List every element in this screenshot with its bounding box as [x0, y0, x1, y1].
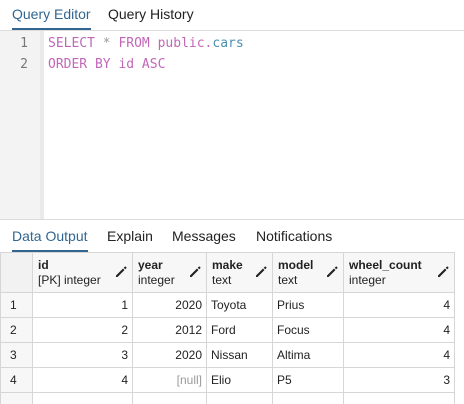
cell-model[interactable]: Prius — [272, 292, 344, 318]
column-header-id[interactable]: id [PK] integer — [32, 252, 133, 293]
sql-editor[interactable]: 1 2 SELECT * FROM public.cars ORDER BY i… — [0, 31, 464, 219]
table-row[interactable]: 4 4 [null] Elio P5 3 — [0, 367, 455, 393]
header-row: id [PK] integer year integer make text m… — [0, 252, 455, 293]
sql-schema: public. — [157, 36, 213, 51]
row-number-header[interactable] — [0, 252, 33, 293]
cell-make[interactable]: Ford — [206, 317, 273, 343]
pencil-icon[interactable] — [436, 265, 450, 279]
sql-operator: * — [102, 36, 111, 51]
tab-query-editor[interactable]: Query Editor — [12, 0, 91, 30]
empty-cell — [272, 392, 344, 404]
tab-notifications[interactable]: Notifications — [256, 220, 332, 252]
sql-order-clause: ORDER BY id ASC — [48, 57, 166, 72]
cell-make[interactable]: Elio — [206, 367, 273, 393]
cell-year-null[interactable]: [null] — [132, 367, 207, 393]
table-row[interactable]: 2 2 2012 Ford Focus 4 — [0, 317, 455, 343]
table-row[interactable]: 3 3 2020 Nissan Altima 4 — [0, 342, 455, 368]
column-header-year[interactable]: year integer — [132, 252, 207, 293]
row-number — [0, 392, 33, 404]
tab-query-history[interactable]: Query History — [108, 0, 194, 30]
pencil-icon[interactable] — [325, 265, 339, 279]
sql-table-name: cars — [212, 36, 244, 51]
cell-id[interactable]: 2 — [32, 317, 133, 343]
column-type: integer — [349, 273, 386, 287]
tab-messages[interactable]: Messages — [172, 220, 236, 252]
column-name: wheel_count — [349, 258, 422, 272]
cell-make[interactable]: Nissan — [206, 342, 273, 368]
pencil-icon[interactable] — [188, 265, 202, 279]
pencil-icon[interactable] — [114, 265, 128, 279]
cell-wheel-count[interactable]: 3 — [343, 367, 455, 393]
empty-cell — [206, 392, 273, 404]
code-line: SELECT * FROM public.cars — [48, 36, 244, 51]
sql-keyword: SELECT — [48, 36, 95, 51]
result-grid[interactable]: id [PK] integer year integer make text m… — [0, 252, 464, 404]
cell-id[interactable]: 3 — [32, 342, 133, 368]
empty-cell — [343, 392, 455, 404]
column-header-model[interactable]: model text — [272, 252, 344, 293]
cell-wheel-count[interactable]: 4 — [343, 342, 455, 368]
cell-year[interactable]: 2020 — [132, 292, 207, 318]
pencil-icon[interactable] — [254, 265, 268, 279]
row-number[interactable]: 4 — [0, 367, 33, 393]
cell-wheel-count[interactable]: 4 — [343, 317, 455, 343]
output-tab-bar: Data Output Explain Messages Notificatio… — [0, 220, 464, 252]
sql-keyword: FROM — [118, 36, 150, 51]
code-line: ORDER BY id ASC — [48, 57, 165, 72]
tab-explain[interactable]: Explain — [107, 220, 153, 252]
row-number[interactable]: 3 — [0, 342, 33, 368]
cell-year[interactable]: 2020 — [132, 342, 207, 368]
cell-model[interactable]: P5 — [272, 367, 344, 393]
table-row[interactable]: 1 1 2020 Toyota Prius 4 — [0, 292, 455, 318]
result-table: id [PK] integer year integer make text m… — [0, 252, 455, 404]
empty-cell — [32, 392, 133, 404]
line-number: 1 — [20, 36, 28, 51]
editor-tab-bar: Query Editor Query History — [0, 0, 464, 30]
cell-model[interactable]: Focus — [272, 317, 344, 343]
column-header-wheel-count[interactable]: wheel_count integer — [343, 252, 455, 293]
row-number[interactable]: 1 — [0, 292, 33, 318]
cell-year[interactable]: 2012 — [132, 317, 207, 343]
gutter-divider — [40, 31, 44, 219]
column-header-make[interactable]: make text — [206, 252, 273, 293]
empty-cell — [132, 392, 207, 404]
cell-wheel-count[interactable]: 4 — [343, 292, 455, 318]
cell-id[interactable]: 1 — [32, 292, 133, 318]
row-number[interactable]: 2 — [0, 317, 33, 343]
tab-data-output[interactable]: Data Output — [12, 220, 88, 252]
cell-model[interactable]: Altima — [272, 342, 344, 368]
line-number: 2 — [20, 57, 28, 72]
cell-id[interactable]: 4 — [32, 367, 133, 393]
table-row-empty — [0, 392, 455, 404]
cell-make[interactable]: Toyota — [206, 292, 273, 318]
